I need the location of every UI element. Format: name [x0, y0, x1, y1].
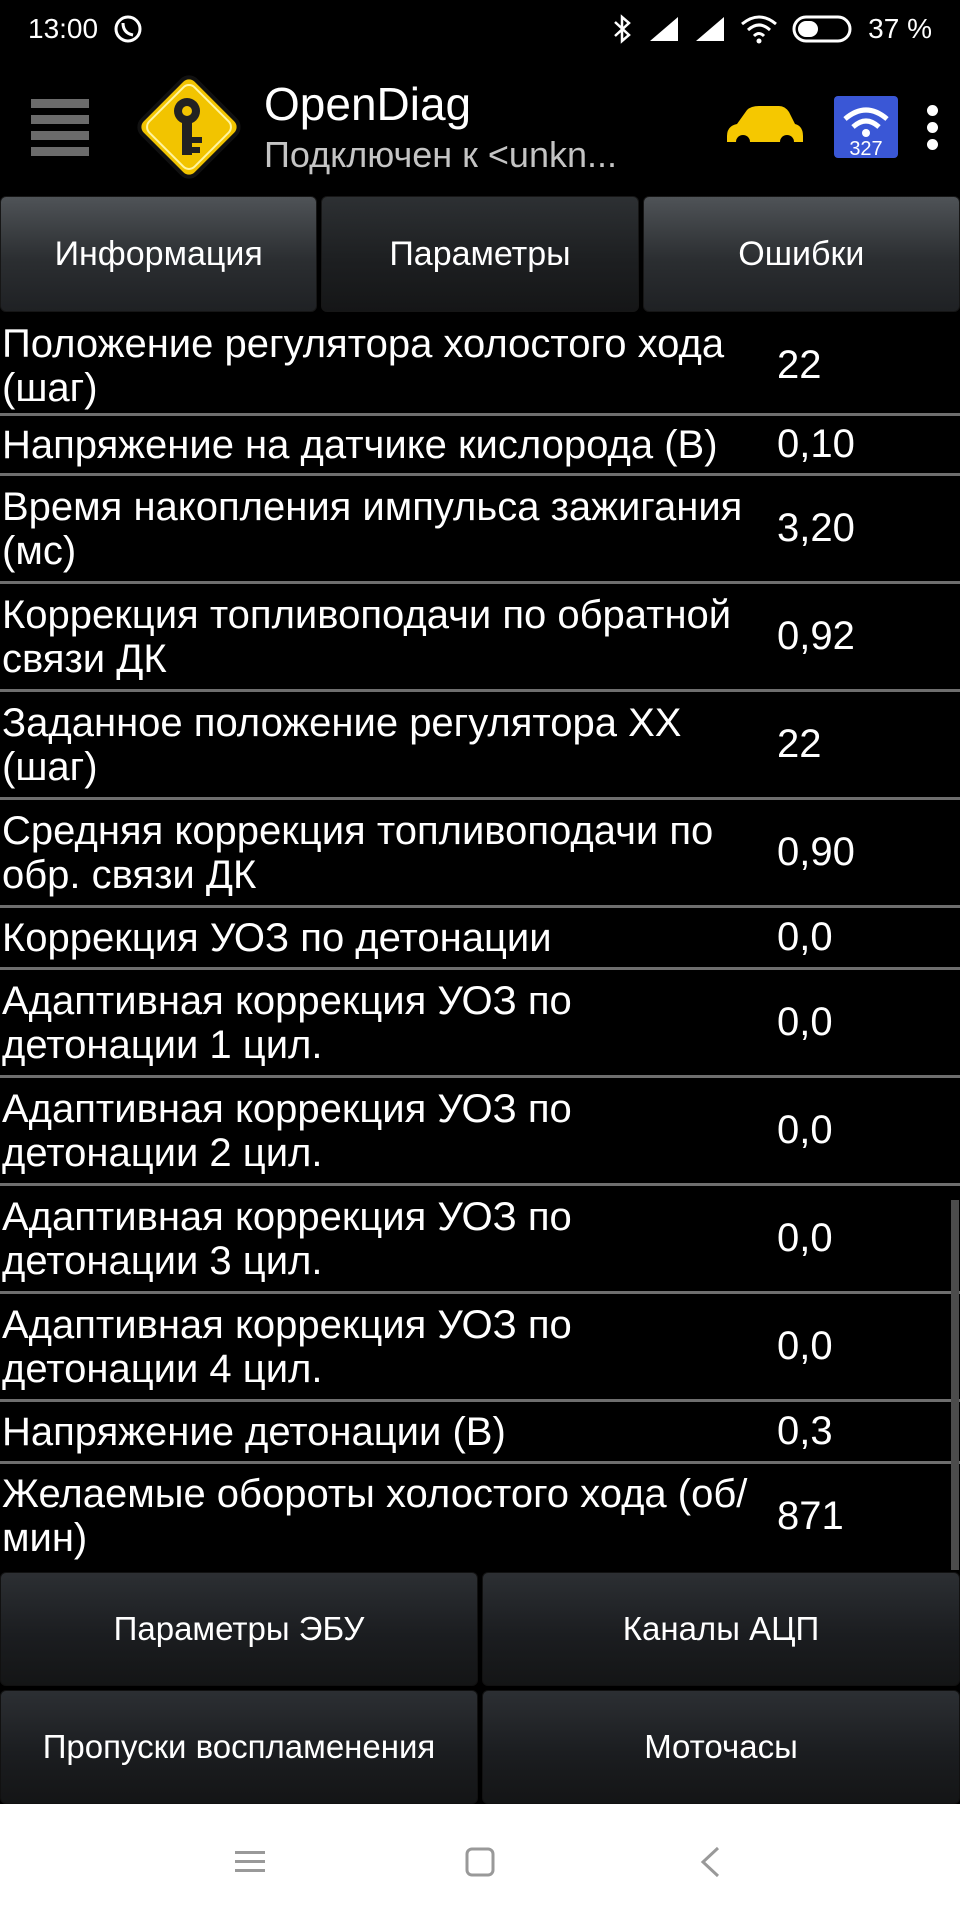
param-label: Адаптивная коррекция УОЗ по детонации 4 … — [2, 1302, 572, 1391]
table-row: Коррекция топливоподачи по обратной связ… — [0, 584, 960, 692]
wifi-adapter-icon[interactable]: 327 — [833, 95, 899, 159]
app-bar: OpenDiag Подключен к <unkn... 327 — [0, 58, 960, 196]
battery-percent: 37 % — [868, 13, 932, 44]
key-logo-icon — [120, 58, 258, 196]
bluetooth-icon — [612, 13, 634, 45]
param-value: 0,90 — [777, 830, 855, 874]
tab-bar: Информация Параметры Ошибки — [0, 196, 960, 312]
connection-status: Подключен к <unkn... — [264, 134, 617, 175]
param-value: 0,3 — [777, 1409, 833, 1453]
adapter-badge: 327 — [849, 138, 882, 159]
status-bar: 13:00 37 % — [0, 0, 960, 58]
adc-channels-button[interactable]: Каналы АЦП — [482, 1572, 960, 1686]
param-value: 0,10 — [777, 422, 855, 466]
table-row: Адаптивная коррекция УОЗ по детонации 1 … — [0, 970, 960, 1078]
navigation-bar — [0, 1804, 960, 1920]
scrollbar[interactable] — [951, 1200, 959, 1570]
param-value: 22 — [777, 343, 822, 387]
param-value: 0,0 — [777, 1108, 833, 1152]
param-label: Положение регулятора холостого хода (шаг… — [2, 321, 725, 410]
param-value: 22 — [777, 722, 822, 766]
param-label: Время накопления импульса зажигания (мс) — [2, 484, 743, 573]
table-row: Адаптивная коррекция УОЗ по детонации 4 … — [0, 1294, 960, 1402]
table-row: Заданное положение регулятора ХХ (шаг) 2… — [0, 692, 960, 800]
home-icon[interactable] — [440, 1822, 520, 1902]
param-value: 871 — [777, 1493, 844, 1538]
param-value: 0,0 — [777, 915, 833, 959]
table-row: Адаптивная коррекция УОЗ по детонации 2 … — [0, 1078, 960, 1186]
table-row: Желаемые обороты холостого хода (об/мин)… — [0, 1464, 960, 1568]
param-label: Средняя коррекция топливоподачи по обр. … — [2, 808, 714, 897]
table-row: Коррекция УОЗ по детонации 0,0 — [0, 908, 960, 970]
parameter-list[interactable]: Положение регулятора холостого хода (шаг… — [0, 318, 960, 1570]
param-label: Напряжение на датчике кислорода (В) — [2, 422, 718, 467]
tab-parameters[interactable]: Параметры — [321, 196, 639, 312]
param-value: 0,92 — [777, 614, 855, 658]
param-value: 0,0 — [777, 1216, 833, 1260]
param-label: Заданное положение регулятора ХХ (шаг) — [2, 700, 682, 789]
param-label: Коррекция УОЗ по детонации — [2, 915, 552, 960]
recents-icon[interactable] — [210, 1822, 290, 1902]
param-value: 0,0 — [777, 1000, 833, 1044]
param-label: Желаемые обороты холостого хода (об/мин) — [2, 1472, 748, 1560]
param-label: Коррекция топливоподачи по обратной связ… — [2, 592, 732, 681]
table-row: Напряжение детонации (В) 0,3 — [0, 1402, 960, 1464]
table-row: Время накопления импульса зажигания (мс)… — [0, 476, 960, 584]
signal-icon — [694, 15, 726, 43]
param-label: Адаптивная коррекция УОЗ по детонации 2 … — [2, 1086, 572, 1175]
table-row: Напряжение на датчике кислорода (В) 0,10 — [0, 416, 960, 476]
param-value: 0,0 — [777, 1324, 833, 1368]
table-row: Средняя коррекция топливоподачи по обр. … — [0, 800, 960, 908]
ecu-params-button[interactable]: Параметры ЭБУ — [0, 1572, 478, 1686]
engine-hours-button[interactable]: Моточасы — [482, 1690, 960, 1804]
param-label: Адаптивная коррекция УОЗ по детонации 3 … — [2, 1194, 572, 1283]
hamburger-menu-icon[interactable] — [0, 58, 120, 196]
bottom-buttons: Параметры ЭБУ Каналы АЦП Пропуски воспла… — [0, 1572, 960, 1804]
car-icon[interactable] — [723, 102, 805, 152]
status-time: 13:00 — [28, 13, 99, 44]
param-label: Напряжение детонации (В) — [2, 1409, 506, 1454]
param-value: 3,20 — [777, 506, 855, 550]
wifi-icon — [740, 14, 778, 44]
misfire-button[interactable]: Пропуски воспламенения — [0, 1690, 478, 1804]
battery-icon — [792, 14, 854, 44]
signal-icon — [648, 15, 680, 43]
app-title: OpenDiag — [264, 78, 472, 130]
tab-information[interactable]: Информация — [0, 196, 318, 312]
back-icon[interactable] — [670, 1822, 750, 1902]
param-label: Адаптивная коррекция УОЗ по детонации 1 … — [2, 978, 572, 1067]
overflow-menu-icon[interactable] — [927, 99, 938, 156]
table-row: Положение регулятора холостого хода (шаг… — [0, 318, 960, 416]
viber-icon — [112, 13, 144, 45]
tab-errors[interactable]: Ошибки — [642, 196, 960, 312]
table-row: Адаптивная коррекция УОЗ по детонации 3 … — [0, 1186, 960, 1294]
